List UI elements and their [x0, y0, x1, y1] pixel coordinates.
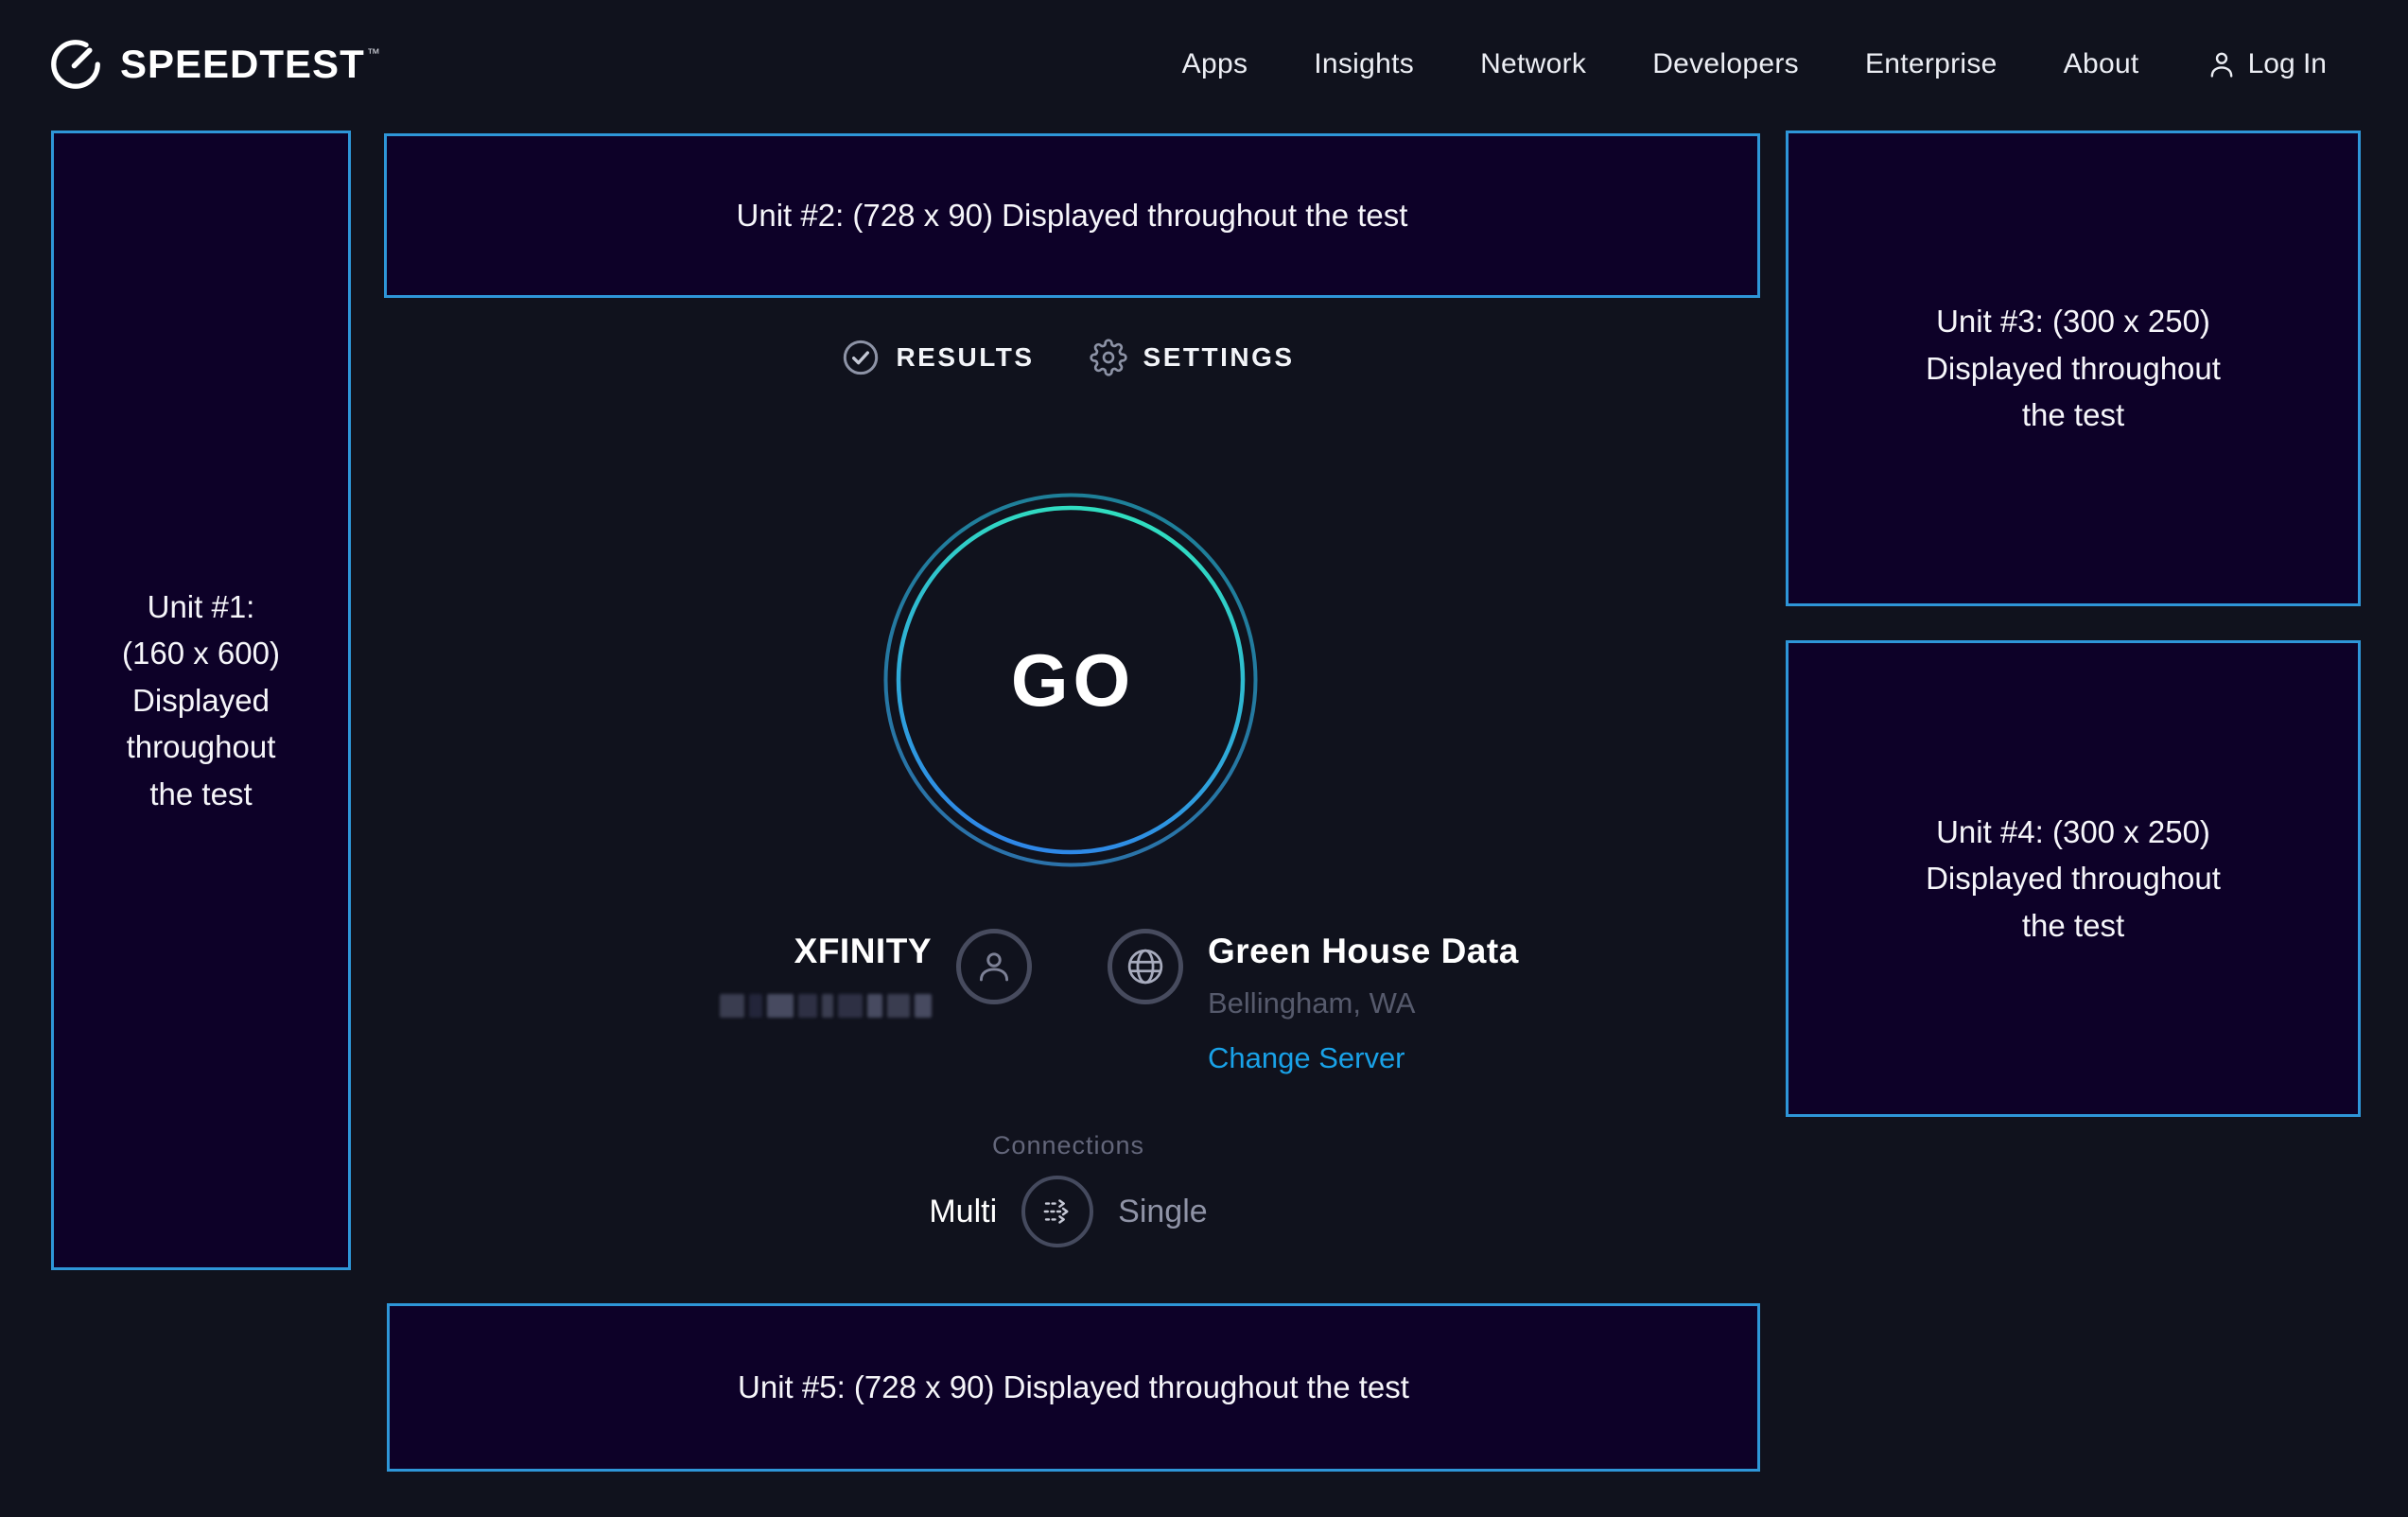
- nav-item-insights[interactable]: Insights: [1314, 48, 1414, 80]
- tab-settings-label: SETTINGS: [1143, 342, 1295, 373]
- user-icon: [2206, 48, 2238, 80]
- globe-icon: [1125, 946, 1166, 987]
- connections-multi-option[interactable]: Multi: [929, 1194, 997, 1230]
- server-info: Green House Data Bellingham, WA Change S…: [1108, 929, 1519, 1075]
- ad-unit-3-text: Unit #3: (300 x 250) Displayed throughou…: [1912, 298, 2234, 439]
- connections-section: Connections Multi Single: [351, 1131, 1786, 1247]
- redacted-ip: [720, 994, 932, 1018]
- isp-info: XFINITY: [720, 929, 1032, 1018]
- ad-unit-5-text: Unit #5: (728 x 90) Displayed throughout…: [738, 1364, 1409, 1411]
- server-name: Green House Data: [1208, 932, 1519, 971]
- ad-unit-1-text: Unit #1: (160 x 600) Displayed throughou…: [116, 584, 287, 818]
- speedtest-logo[interactable]: SPEEDTEST™: [46, 0, 381, 129]
- login-button[interactable]: Log In: [2206, 48, 2327, 80]
- nav-menu: Apps Insights Network Developers Enterpr…: [1182, 0, 2327, 129]
- tab-results-label: RESULTS: [896, 342, 1034, 373]
- connections-label: Connections: [351, 1131, 1786, 1160]
- nav-item-about[interactable]: About: [2064, 48, 2139, 80]
- ad-unit-4[interactable]: Unit #4: (300 x 250) Displayed throughou…: [1786, 640, 2361, 1117]
- tabs-row: RESULTS SETTINGS: [351, 339, 1786, 376]
- nav-item-enterprise[interactable]: Enterprise: [1865, 48, 1998, 80]
- connections-single-option[interactable]: Single: [1118, 1194, 1208, 1230]
- ad-unit-3[interactable]: Unit #3: (300 x 250) Displayed throughou…: [1786, 131, 2361, 606]
- gauge-icon: [46, 35, 105, 94]
- multi-arrows-icon: [1035, 1189, 1080, 1234]
- ad-unit-4-text: Unit #4: (300 x 250) Displayed throughou…: [1912, 809, 2234, 950]
- tab-results[interactable]: RESULTS: [842, 339, 1034, 376]
- server-location: Bellingham, WA: [1208, 986, 1519, 1020]
- connections-toggle[interactable]: [1021, 1176, 1093, 1247]
- change-server-link[interactable]: Change Server: [1208, 1041, 1405, 1075]
- brand-name: SPEEDTEST: [120, 42, 365, 87]
- gear-icon: [1090, 339, 1127, 376]
- tab-settings[interactable]: SETTINGS: [1090, 339, 1295, 376]
- go-button-label: GO: [881, 491, 1260, 869]
- check-circle-icon: [842, 339, 880, 376]
- isp-user-badge: [956, 929, 1032, 1004]
- ad-unit-2[interactable]: Unit #2: (728 x 90) Displayed throughout…: [384, 133, 1760, 298]
- ad-unit-1[interactable]: Unit #1: (160 x 600) Displayed throughou…: [51, 131, 351, 1270]
- nav-item-network[interactable]: Network: [1480, 48, 1586, 80]
- trademark-mark: ™: [367, 45, 381, 61]
- ad-unit-5[interactable]: Unit #5: (728 x 90) Displayed throughout…: [387, 1303, 1760, 1472]
- nav-item-apps[interactable]: Apps: [1182, 48, 1248, 80]
- nav-item-developers[interactable]: Developers: [1652, 48, 1799, 80]
- go-button[interactable]: GO: [881, 491, 1260, 869]
- ad-unit-2-text: Unit #2: (728 x 90) Displayed throughout…: [737, 192, 1408, 239]
- navbar: SPEEDTEST™ Apps Insights Network Develop…: [0, 0, 2408, 129]
- isp-name: XFINITY: [720, 932, 932, 971]
- login-label: Log In: [2248, 48, 2327, 80]
- server-globe-badge: [1108, 929, 1183, 1004]
- user-circle-icon: [973, 946, 1015, 987]
